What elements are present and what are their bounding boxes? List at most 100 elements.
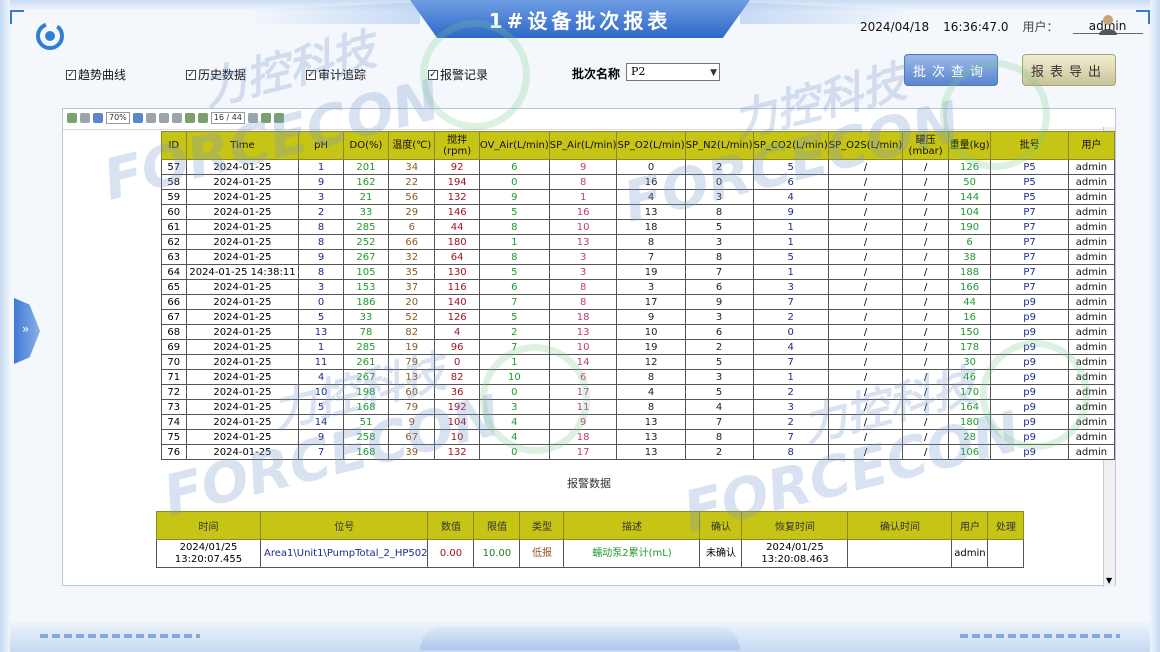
- table-row: 65 2024-01-25 3 153 37 116 6 8 3 6 3//166 P7 admin: [161, 279, 1116, 295]
- table-cell: 1: [298, 339, 344, 355]
- table-cell: 2024-01-25: [185, 189, 300, 205]
- alarm-value: 0.00: [427, 539, 475, 568]
- alarm-column-header: 确认时间: [847, 511, 953, 540]
- batch-query-button[interactable]: 批次查询: [904, 54, 998, 86]
- report-export-button[interactable]: 报表导出: [1022, 54, 1116, 86]
- table-cell: 79: [388, 399, 436, 415]
- table-cell: 4: [616, 384, 686, 400]
- table-cell: 2024-01-25: [185, 354, 300, 370]
- table-cell: 32: [388, 249, 436, 265]
- column-header: 搅拌(rpm): [434, 131, 480, 160]
- last-page-icon[interactable]: [273, 113, 284, 123]
- checkbox-checked-icon[interactable]: ✓: [186, 69, 196, 80]
- alarm-confirm-time: [847, 539, 953, 568]
- table-cell: 194: [434, 174, 480, 190]
- alarm-column-header: 描述: [563, 511, 701, 540]
- app-logo-icon[interactable]: [34, 20, 66, 52]
- table-cell: 13: [616, 414, 686, 430]
- table-cell: 9: [684, 294, 754, 310]
- table-cell: 62: [161, 234, 187, 250]
- table-cell: 11: [548, 399, 618, 415]
- table-cell: 7: [478, 339, 550, 355]
- table-cell: admin: [1067, 234, 1116, 250]
- report-toolbar: 70% 16 / 44: [63, 109, 1103, 127]
- table-cell: 66: [161, 294, 187, 310]
- table-cell: 67: [388, 429, 436, 445]
- checkbox-checked-icon[interactable]: ✓: [306, 69, 316, 80]
- table-cell: admin: [1067, 444, 1116, 460]
- page-double-icon[interactable]: [158, 113, 169, 123]
- table-cell: 178: [947, 339, 992, 355]
- checkbox-checked-icon[interactable]: ✓: [428, 69, 438, 80]
- option-alarm[interactable]: ✓ 报警记录: [428, 66, 488, 83]
- table-cell: /: [902, 309, 949, 325]
- table-cell: 9: [616, 309, 686, 325]
- table-cell: 33: [342, 309, 390, 325]
- table-cell: admin: [1067, 399, 1116, 415]
- column-header: SP_O2(L/min): [616, 131, 686, 160]
- option-trend[interactable]: ✓ 趋势曲线: [66, 66, 126, 83]
- column-header: SP_O2S(L/min): [827, 131, 904, 160]
- goto-page-icon[interactable]: [247, 113, 258, 123]
- checkbox-checked-icon[interactable]: ✓: [66, 69, 76, 80]
- table-cell: 144: [947, 189, 992, 205]
- table-cell: 2: [478, 324, 550, 340]
- scroll-down-icon[interactable]: ▼: [1106, 576, 1112, 585]
- table-cell: 2024-01-25: [185, 384, 300, 400]
- search-icon[interactable]: [93, 113, 103, 123]
- table-cell: 198: [342, 384, 390, 400]
- table-cell: 3: [752, 399, 829, 415]
- next-page-icon[interactable]: [260, 113, 271, 123]
- table-cell: p9: [990, 324, 1069, 340]
- page-multi-icon[interactable]: [171, 113, 182, 123]
- table-cell: 6: [684, 279, 754, 295]
- table-cell: 13: [548, 234, 618, 250]
- option-history[interactable]: ✓ 历史数据: [186, 66, 246, 83]
- table-cell: 201: [342, 159, 390, 175]
- table-cell: 58: [161, 174, 187, 190]
- table-cell: 6: [752, 174, 829, 190]
- table-cell: 192: [434, 399, 480, 415]
- table-cell: /: [902, 189, 949, 205]
- table-cell: 96: [434, 339, 480, 355]
- table-cell: 2024-01-25: [185, 234, 300, 250]
- table-cell: admin: [1067, 264, 1116, 280]
- table-cell: /: [902, 159, 949, 175]
- table-cell: 2: [684, 159, 754, 175]
- chevron-down-icon[interactable]: ▼: [710, 65, 717, 81]
- table-row: 74 2024-01-25 14 51 9 104 4 9 13 7 2//180 p9 admin: [161, 414, 1116, 430]
- print-preview-icon[interactable]: [80, 113, 90, 123]
- table-cell: 56: [388, 189, 436, 205]
- table-cell: 13: [616, 429, 686, 445]
- alarm-section-title: 报警数据: [567, 477, 611, 490]
- zoom-in-icon[interactable]: [132, 113, 143, 123]
- zoom-field[interactable]: 70%: [106, 112, 130, 124]
- table-cell: 285: [342, 339, 390, 355]
- table-cell: 267: [342, 369, 390, 385]
- table-cell: 5: [684, 219, 754, 235]
- table-header-row: ID Time pH DO(%) 温度(℃) 搅拌(rpm) OV_Air(L/min) SP…: [161, 131, 1116, 160]
- table-cell: 6: [478, 279, 550, 295]
- table-cell: 0: [684, 174, 754, 190]
- table-cell: 18: [548, 429, 618, 445]
- avatar-icon[interactable]: [1096, 12, 1120, 36]
- table-cell: 1: [752, 234, 829, 250]
- table-cell: 2: [684, 339, 754, 355]
- table-cell: 2024-01-25: [185, 309, 300, 325]
- page-single-icon[interactable]: [145, 113, 156, 123]
- table-row: 61 2024-01-25 8 285 6 44 8 10 18 5 1//190 P7 admin: [161, 219, 1116, 235]
- batch-name-select[interactable]: P2 ▼: [626, 63, 720, 81]
- print-icon[interactable]: [67, 113, 77, 123]
- page-number-field[interactable]: 16 / 44: [210, 112, 245, 124]
- table-cell: 59: [161, 189, 187, 205]
- table-cell: 10: [548, 339, 618, 355]
- first-page-icon[interactable]: [184, 113, 195, 123]
- prev-page-icon[interactable]: [197, 113, 208, 123]
- table-cell: 19: [616, 264, 686, 280]
- table-cell: 188: [947, 264, 992, 280]
- option-audit[interactable]: ✓ 审计追踪: [306, 66, 366, 83]
- table-cell: 261: [342, 354, 390, 370]
- alarm-user: admin: [951, 539, 989, 568]
- table-cell: 0: [478, 444, 550, 460]
- table-cell: 5: [298, 309, 344, 325]
